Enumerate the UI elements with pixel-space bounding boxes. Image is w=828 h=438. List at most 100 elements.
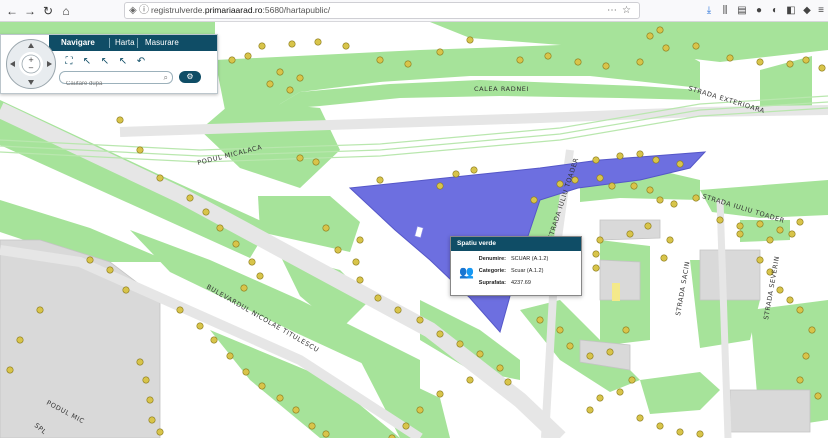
tree-icon[interactable] bbox=[402, 422, 410, 430]
extension-icon[interactable]: ◧ bbox=[784, 3, 798, 19]
tree-icon[interactable] bbox=[608, 182, 616, 190]
tree-icon[interactable] bbox=[436, 48, 444, 56]
tree-icon[interactable] bbox=[656, 422, 664, 430]
tree-icon[interactable] bbox=[106, 266, 114, 274]
tree-icon[interactable] bbox=[146, 396, 154, 404]
extension-icon[interactable]: ◐ bbox=[768, 3, 782, 19]
tree-icon[interactable] bbox=[814, 392, 822, 400]
tree-icon[interactable] bbox=[504, 378, 512, 386]
tree-icon[interactable] bbox=[376, 56, 384, 64]
tree-icon[interactable] bbox=[356, 276, 364, 284]
tree-icon[interactable] bbox=[756, 220, 764, 228]
tree-icon[interactable] bbox=[726, 54, 734, 62]
tab-masurare[interactable]: Masurare bbox=[145, 38, 179, 47]
tree-icon[interactable] bbox=[736, 222, 744, 230]
pan-zoom-compass[interactable]: + − bbox=[6, 39, 56, 89]
tree-icon[interactable] bbox=[616, 152, 624, 160]
map-canvas[interactable]: CALEA RADNEI STRADA EXTERIOARA PODUL MIC… bbox=[0, 22, 828, 438]
tree-icon[interactable] bbox=[676, 160, 684, 168]
search-icon[interactable]: ⌕ bbox=[164, 72, 168, 83]
tree-icon[interactable] bbox=[692, 42, 700, 50]
tree-icon[interactable] bbox=[692, 194, 700, 202]
tree-icon[interactable] bbox=[636, 150, 644, 158]
tree-icon[interactable] bbox=[628, 376, 636, 384]
tree-icon[interactable] bbox=[756, 256, 764, 264]
tree-icon[interactable] bbox=[646, 186, 654, 194]
tree-icon[interactable] bbox=[776, 286, 784, 294]
tree-icon[interactable] bbox=[156, 174, 164, 182]
forward-arrow-icon[interactable]: → bbox=[22, 3, 38, 19]
tree-icon[interactable] bbox=[394, 306, 402, 314]
tree-icon[interactable] bbox=[476, 350, 484, 358]
tab-harta[interactable]: Harta bbox=[115, 38, 135, 47]
tree-icon[interactable] bbox=[266, 80, 274, 88]
tree-icon[interactable] bbox=[240, 284, 248, 292]
tree-icon[interactable] bbox=[602, 62, 610, 70]
tree-icon[interactable] bbox=[258, 382, 266, 390]
tree-icon[interactable] bbox=[630, 182, 638, 190]
tree-icon[interactable] bbox=[232, 240, 240, 248]
tree-icon[interactable] bbox=[416, 316, 424, 324]
download-icon[interactable]: ⤓ bbox=[702, 3, 716, 19]
tree-icon[interactable] bbox=[818, 64, 826, 72]
tree-icon[interactable] bbox=[202, 208, 210, 216]
tree-icon[interactable] bbox=[296, 154, 304, 162]
tree-icon[interactable] bbox=[296, 74, 304, 82]
tree-icon[interactable] bbox=[626, 230, 634, 238]
tree-icon[interactable] bbox=[606, 348, 614, 356]
identify-arrow-icon[interactable]: ↖ bbox=[117, 56, 129, 68]
tree-icon[interactable] bbox=[148, 416, 156, 424]
tree-icon[interactable] bbox=[276, 394, 284, 402]
tree-icon[interactable] bbox=[136, 146, 144, 154]
reload-icon[interactable]: ↻ bbox=[40, 3, 56, 19]
tree-icon[interactable] bbox=[496, 364, 504, 372]
settings-button[interactable]: ⚙ bbox=[179, 71, 201, 83]
tree-icon[interactable] bbox=[656, 196, 664, 204]
tree-icon[interactable] bbox=[536, 316, 544, 324]
tree-icon[interactable] bbox=[592, 156, 600, 164]
tree-icon[interactable] bbox=[516, 56, 524, 64]
tree-icon[interactable] bbox=[636, 58, 644, 66]
tree-icon[interactable] bbox=[596, 236, 604, 244]
tree-icon[interactable] bbox=[622, 326, 630, 334]
tree-icon[interactable] bbox=[416, 406, 424, 414]
tree-icon[interactable] bbox=[556, 326, 564, 334]
tree-icon[interactable] bbox=[156, 428, 164, 436]
tree-icon[interactable] bbox=[808, 326, 816, 334]
tree-icon[interactable] bbox=[288, 40, 296, 48]
tree-icon[interactable] bbox=[176, 306, 184, 314]
tree-icon[interactable] bbox=[586, 352, 594, 360]
tree-icon[interactable] bbox=[696, 430, 704, 438]
tree-icon[interactable] bbox=[592, 264, 600, 272]
tree-icon[interactable] bbox=[670, 200, 678, 208]
tree-icon[interactable] bbox=[566, 342, 574, 350]
tree-icon[interactable] bbox=[404, 60, 412, 68]
bookmark-star-icon[interactable]: ☆ bbox=[622, 4, 631, 17]
tree-icon[interactable] bbox=[16, 336, 24, 344]
tree-icon[interactable] bbox=[456, 340, 464, 348]
tree-icon[interactable] bbox=[592, 250, 600, 258]
tree-icon[interactable] bbox=[226, 352, 234, 360]
tree-icon[interactable] bbox=[596, 394, 604, 402]
tree-icon[interactable] bbox=[116, 116, 124, 124]
library-icon[interactable]: ⫼ bbox=[718, 3, 732, 19]
tree-icon[interactable] bbox=[544, 52, 552, 60]
tree-icon[interactable] bbox=[660, 254, 668, 262]
tree-icon[interactable] bbox=[308, 422, 316, 430]
tree-icon[interactable] bbox=[802, 56, 810, 64]
tree-icon[interactable] bbox=[452, 170, 460, 178]
tree-icon[interactable] bbox=[436, 330, 444, 338]
tree-icon[interactable] bbox=[352, 258, 360, 266]
tree-icon[interactable] bbox=[796, 218, 804, 226]
tree-icon[interactable] bbox=[210, 336, 218, 344]
tree-icon[interactable] bbox=[6, 366, 14, 374]
tree-icon[interactable] bbox=[196, 322, 204, 330]
back-arrow-icon[interactable]: ← bbox=[4, 3, 20, 19]
account-icon[interactable]: ● bbox=[752, 3, 766, 19]
pointer-icon[interactable]: ↖ bbox=[81, 56, 93, 68]
tree-icon[interactable] bbox=[244, 52, 252, 60]
tree-icon[interactable] bbox=[596, 174, 604, 182]
tree-icon[interactable] bbox=[766, 236, 774, 244]
tree-icon[interactable] bbox=[376, 176, 384, 184]
tree-icon[interactable] bbox=[216, 224, 224, 232]
